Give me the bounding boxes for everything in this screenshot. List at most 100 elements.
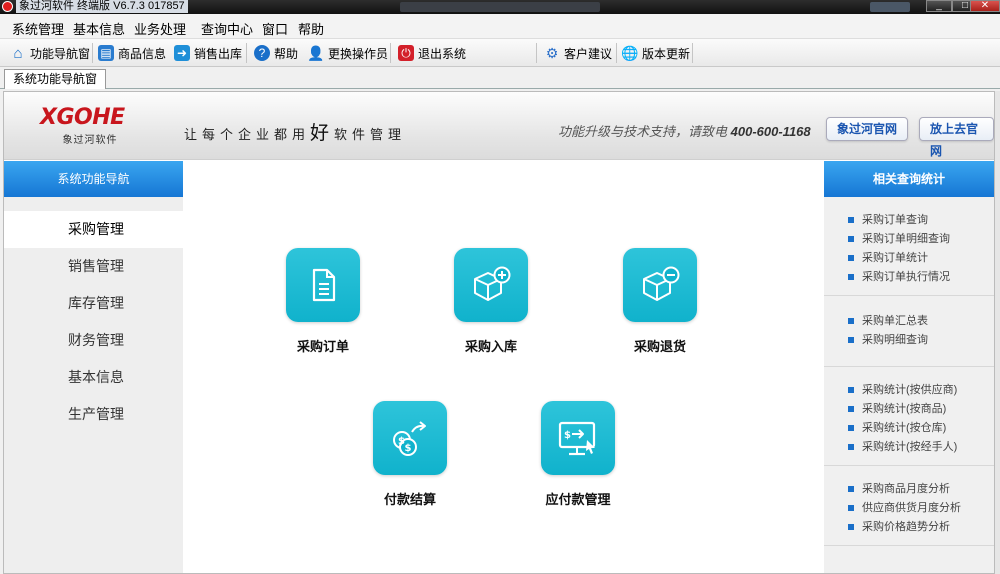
official-site-button[interactable]: 象过河官网 [826,117,909,141]
banner-header: XGOHE 象过河软件 让每个企业都用好软件管理 功能升级与技术支持，请致电 4… [4,92,994,160]
function-area: 采购订单 采购入库 采购退货 $ $ 付款结算 $ 应付款管理 [183,161,824,573]
query-link[interactable]: 采购订单查询 [848,211,994,230]
tile-label: 采购订单 [296,339,349,354]
nav-item-sales[interactable]: 销售管理 [4,248,183,285]
nav-item-basic-info[interactable]: 基本信息 [4,359,183,396]
toolbar-label: 客户建议 [564,46,613,61]
nav-item-purchase[interactable]: 采购管理 [4,211,183,248]
left-nav: 系统功能导航 采购管理 销售管理 库存管理 财务管理 基本信息 生产管理 [4,161,183,573]
logo-mark: XGOHE [40,105,125,130]
slogan: 让每个企业都用好软件管理 [184,118,406,145]
query-group: 采购订单查询 采购订单明细查询 采购订单统计 采购订单执行情况 [824,197,994,296]
toolbar-separator [246,43,247,63]
query-link[interactable]: 采购订单统计 [848,249,994,268]
toolbar-suggestion-button[interactable]: ⚙ 客户建议 [544,42,612,64]
coins-transfer-icon: $ $ [373,401,447,475]
tile-label: 采购入库 [464,339,517,354]
query-group: 采购统计(按供应商) 采购统计(按商品) 采购统计(按仓库) 采购统计(按经手人… [824,367,994,466]
menu-basic-info[interactable]: 基本信息 [73,19,125,38]
close-button[interactable]: ✕ [970,0,1000,12]
slogan-part: 让每个企业都用 [184,127,311,142]
exit-icon: ⏻ [398,45,414,61]
support-phone: 400-600-1168 [730,124,811,139]
tab-system-nav[interactable]: 系统功能导航窗 [4,69,107,89]
logo-subtitle: 象过河软件 [62,135,118,146]
support-info: 功能升级与技术支持，请致电 400-600-1168 [558,121,811,140]
query-group: 采购商品月度分析 供应商供货月度分析 采购价格趋势分析 [824,466,994,546]
window-title: 象过河软件 终端版 V6.7.3 017857 [16,0,188,13]
toolbar-help-button[interactable]: ? 帮助 [254,42,298,64]
toolbar-separator [390,43,391,63]
nav-item-production[interactable]: 生产管理 [4,396,183,433]
toolbar: ⌂ 功能导航窗 ▤ 商品信息 ➜ 销售出库 ? 帮助 👤 更换操作员 ⏻ 退出系… [0,39,1000,67]
query-group: 采购单汇总表 采购明细查询 [824,296,994,367]
tile-purchase-return[interactable]: 采购退货 [600,248,720,355]
query-link[interactable]: 采购统计(按仓库) [848,419,994,438]
slogan-part: 软件管理 [334,127,407,142]
query-link[interactable]: 采购订单执行情况 [848,268,994,287]
vertical-scrollbar[interactable] [995,91,1000,574]
query-link[interactable]: 供应商供货月度分析 [848,499,994,518]
main-frame: XGOHE 象过河软件 让每个企业都用好软件管理 功能升级与技术支持，请致电 4… [3,91,995,574]
nav-item-inventory[interactable]: 库存管理 [4,285,183,322]
titlebar-background [400,2,600,12]
toolbar-label: 功能导航窗 [30,46,91,61]
slogan-emphasis: 好 [310,123,335,144]
menu-query-center[interactable]: 查询中心 [201,19,253,38]
svg-text:$: $ [405,443,412,454]
toolbar-label: 销售出库 [194,46,243,61]
window-titlebar: 象过河软件 终端版 V6.7.3 017857 _ □ ✕ [0,0,1000,14]
tile-label: 采购退货 [633,339,686,354]
menu-bar: 系统管理 基本信息 业务处理 查询中心 窗口 帮助 [0,14,1000,39]
query-link[interactable]: 采购统计(按商品) [848,400,994,419]
box-plus-icon [454,248,528,322]
toolbar-separator [92,43,93,63]
tile-label: 付款结算 [383,492,436,507]
query-link[interactable]: 采购统计(按经手人) [848,438,994,457]
menu-system[interactable]: 系统管理 [12,19,64,38]
sales-out-icon: ➜ [174,45,190,61]
related-query-title: 相关查询统计 [824,161,994,197]
logo: XGOHE 象过河软件 [40,105,150,147]
toolbar-separator [536,43,537,63]
suggestion-icon: ⚙ [545,44,559,61]
menu-business[interactable]: 业务处理 [134,19,186,38]
tile-purchase-inbound[interactable]: 采购入库 [431,248,551,355]
query-link[interactable]: 采购订单明细查询 [848,230,994,249]
tab-strip: 系统功能导航窗 [0,67,1000,89]
toolbar-separator [616,43,617,63]
query-link[interactable]: 采购统计(按供应商) [848,381,994,400]
toolbar-sales-out-button[interactable]: ➜ 销售出库 [174,42,242,64]
toolbar-label: 退出系统 [418,46,467,61]
toolbar-label: 版本更新 [642,46,691,61]
goto-site-button[interactable]: 放上去官网 [919,117,994,158]
related-query-panel: 相关查询统计 采购订单查询 采购订单明细查询 采购订单统计 采购订单执行情况 采… [824,161,994,573]
tile-purchase-order[interactable]: 采购订单 [263,248,383,355]
monitor-payment-icon: $ [541,401,615,475]
query-link[interactable]: 采购单汇总表 [848,312,994,331]
toolbar-update-button[interactable]: 🌐 版本更新 [621,42,691,64]
tile-payment-settlement[interactable]: $ $ 付款结算 [350,401,470,508]
toolbar-label: 商品信息 [118,46,167,61]
toolbar-nav-window-button[interactable]: ⌂ 功能导航窗 [10,42,90,64]
query-link[interactable]: 采购明细查询 [848,331,994,350]
toolbar-label: 帮助 [274,46,299,61]
nav-item-finance[interactable]: 财务管理 [4,322,183,359]
toolbar-exit-button[interactable]: ⏻ 退出系统 [398,42,466,64]
menu-window[interactable]: 窗口 [262,19,288,38]
toolbar-separator [692,43,693,63]
query-link[interactable]: 采购商品月度分析 [848,480,994,499]
toolbar-switch-user-button[interactable]: 👤 更换操作员 [307,42,388,64]
minimize-button[interactable]: _ [926,0,952,12]
support-text: 功能升级与技术支持，请致电 [558,124,728,139]
toolbar-product-info-button[interactable]: ▤ 商品信息 [98,42,166,64]
titlebar-background [870,2,910,12]
switch-user-icon: 👤 [307,44,325,61]
help-icon: ? [254,45,270,61]
query-link[interactable]: 采购价格趋势分析 [848,518,994,537]
document-icon [286,248,360,322]
left-nav-title: 系统功能导航 [4,161,183,197]
menu-help[interactable]: 帮助 [298,19,324,38]
tile-payables-management[interactable]: $ 应付款管理 [518,401,638,508]
update-icon: 🌐 [621,44,639,61]
